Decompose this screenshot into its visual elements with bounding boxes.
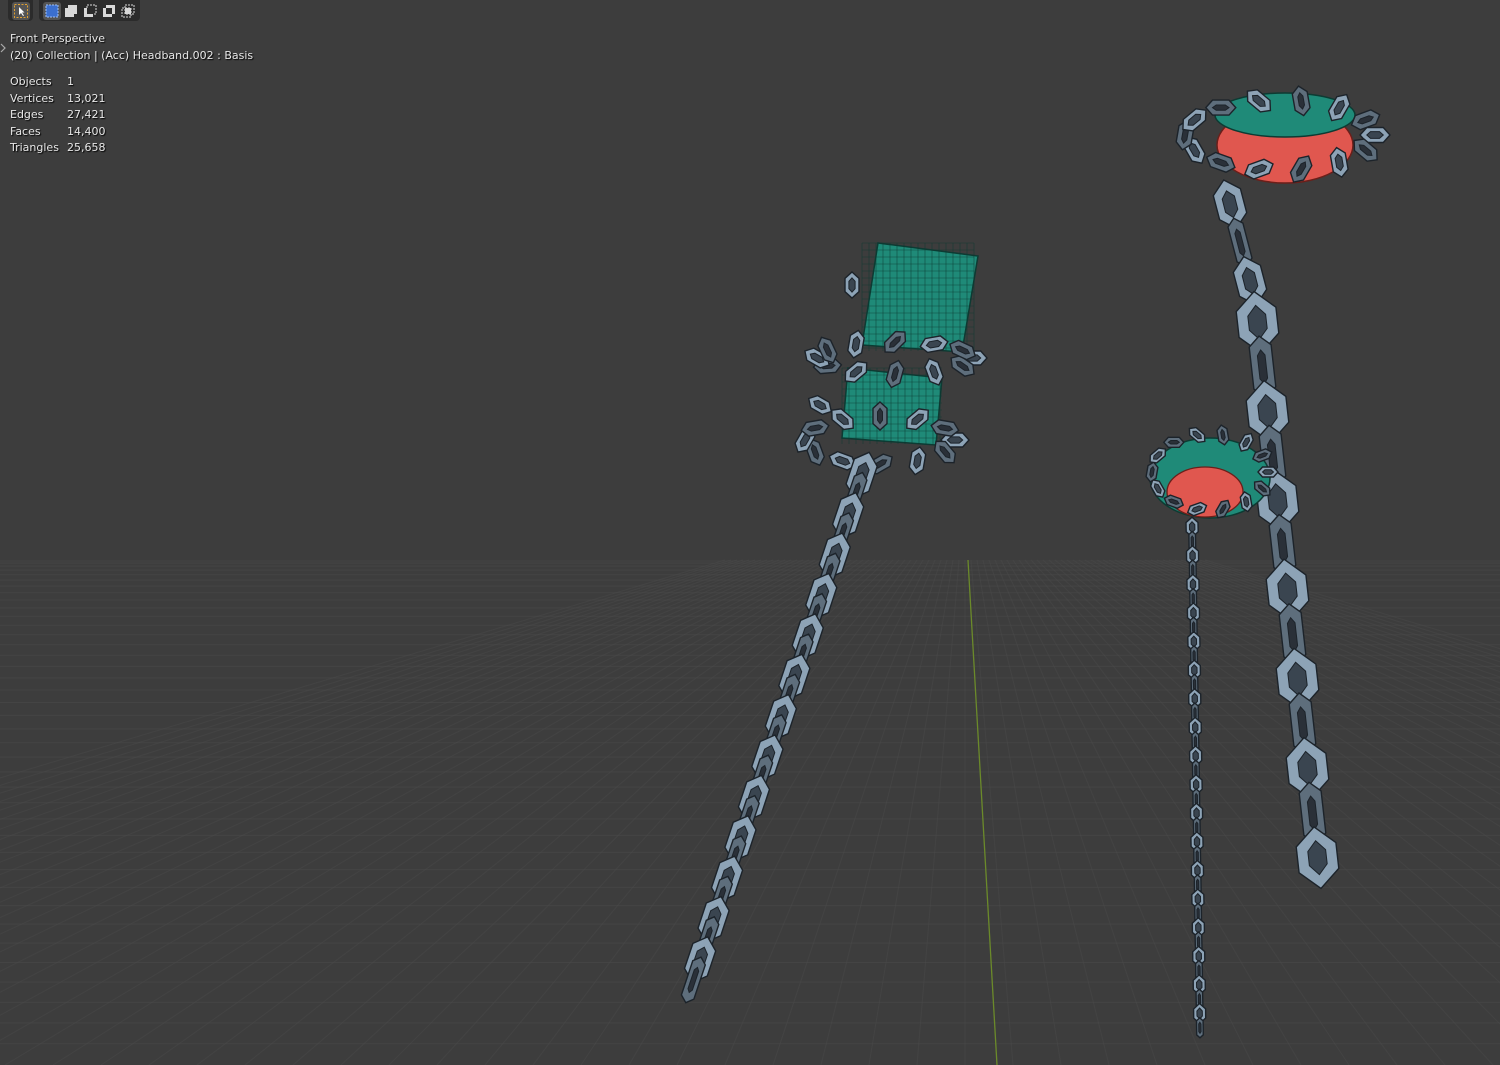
stat-value: 1 xyxy=(67,75,74,88)
stat-label: Faces xyxy=(10,124,41,138)
stat-label: Triangles xyxy=(10,141,59,154)
mode-subtract-icon xyxy=(82,3,98,19)
stat-faces: Faces 14,400 xyxy=(10,124,253,141)
y-axis-line xyxy=(967,559,998,1065)
stat-label: Edges xyxy=(10,108,44,121)
cuff-chain-object[interactable] xyxy=(680,242,988,1004)
statistics-panel: Objects 1 Vertices 13,021 Edges 27,421 F… xyxy=(10,74,253,157)
viewport-text-overlay: Front Perspective (20) Collection | (Acc… xyxy=(10,30,253,157)
viewport-toolbar xyxy=(8,0,140,21)
selection-mode-group xyxy=(39,0,140,21)
view-name: Front Perspective xyxy=(10,32,106,45)
stat-label: Vertices xyxy=(10,91,54,105)
stat-edges: Edges 27,421 xyxy=(10,107,253,124)
pendant-chain-object[interactable] xyxy=(1145,424,1279,1039)
select-box-icon xyxy=(13,3,29,19)
stat-objects: Objects 1 xyxy=(10,74,253,91)
stat-value: 13,021 xyxy=(67,91,106,105)
context-info: (20) Collection | (Acc) Headband.002 : B… xyxy=(10,49,254,62)
select-tool-group xyxy=(8,0,33,21)
3d-viewport[interactable] xyxy=(0,0,1500,1065)
mode-intersect-icon xyxy=(120,3,136,19)
stat-vertices: Vertices 13,021 xyxy=(10,91,253,108)
mode-subtract-button[interactable] xyxy=(81,2,99,20)
stat-value: 25,658 xyxy=(67,141,106,154)
mode-new-button[interactable] xyxy=(42,1,61,20)
select-tool-button[interactable] xyxy=(11,1,30,20)
mode-intersect-button[interactable] xyxy=(119,2,137,20)
stat-triangles: Triangles 25,658 xyxy=(10,140,253,157)
scene-canvas[interactable] xyxy=(0,0,1500,1065)
mode-invert-icon xyxy=(101,3,117,19)
sidebar-expand-icon[interactable] xyxy=(0,38,6,53)
mode-extend-icon xyxy=(63,3,79,19)
mode-extend-button[interactable] xyxy=(62,2,80,20)
stat-label: Objects xyxy=(10,75,52,88)
mode-new-icon xyxy=(44,3,60,19)
stat-value: 14,400 xyxy=(67,124,106,138)
mode-invert-button[interactable] xyxy=(100,2,118,20)
stat-value: 27,421 xyxy=(67,108,106,121)
teal-band-upper xyxy=(861,242,979,353)
